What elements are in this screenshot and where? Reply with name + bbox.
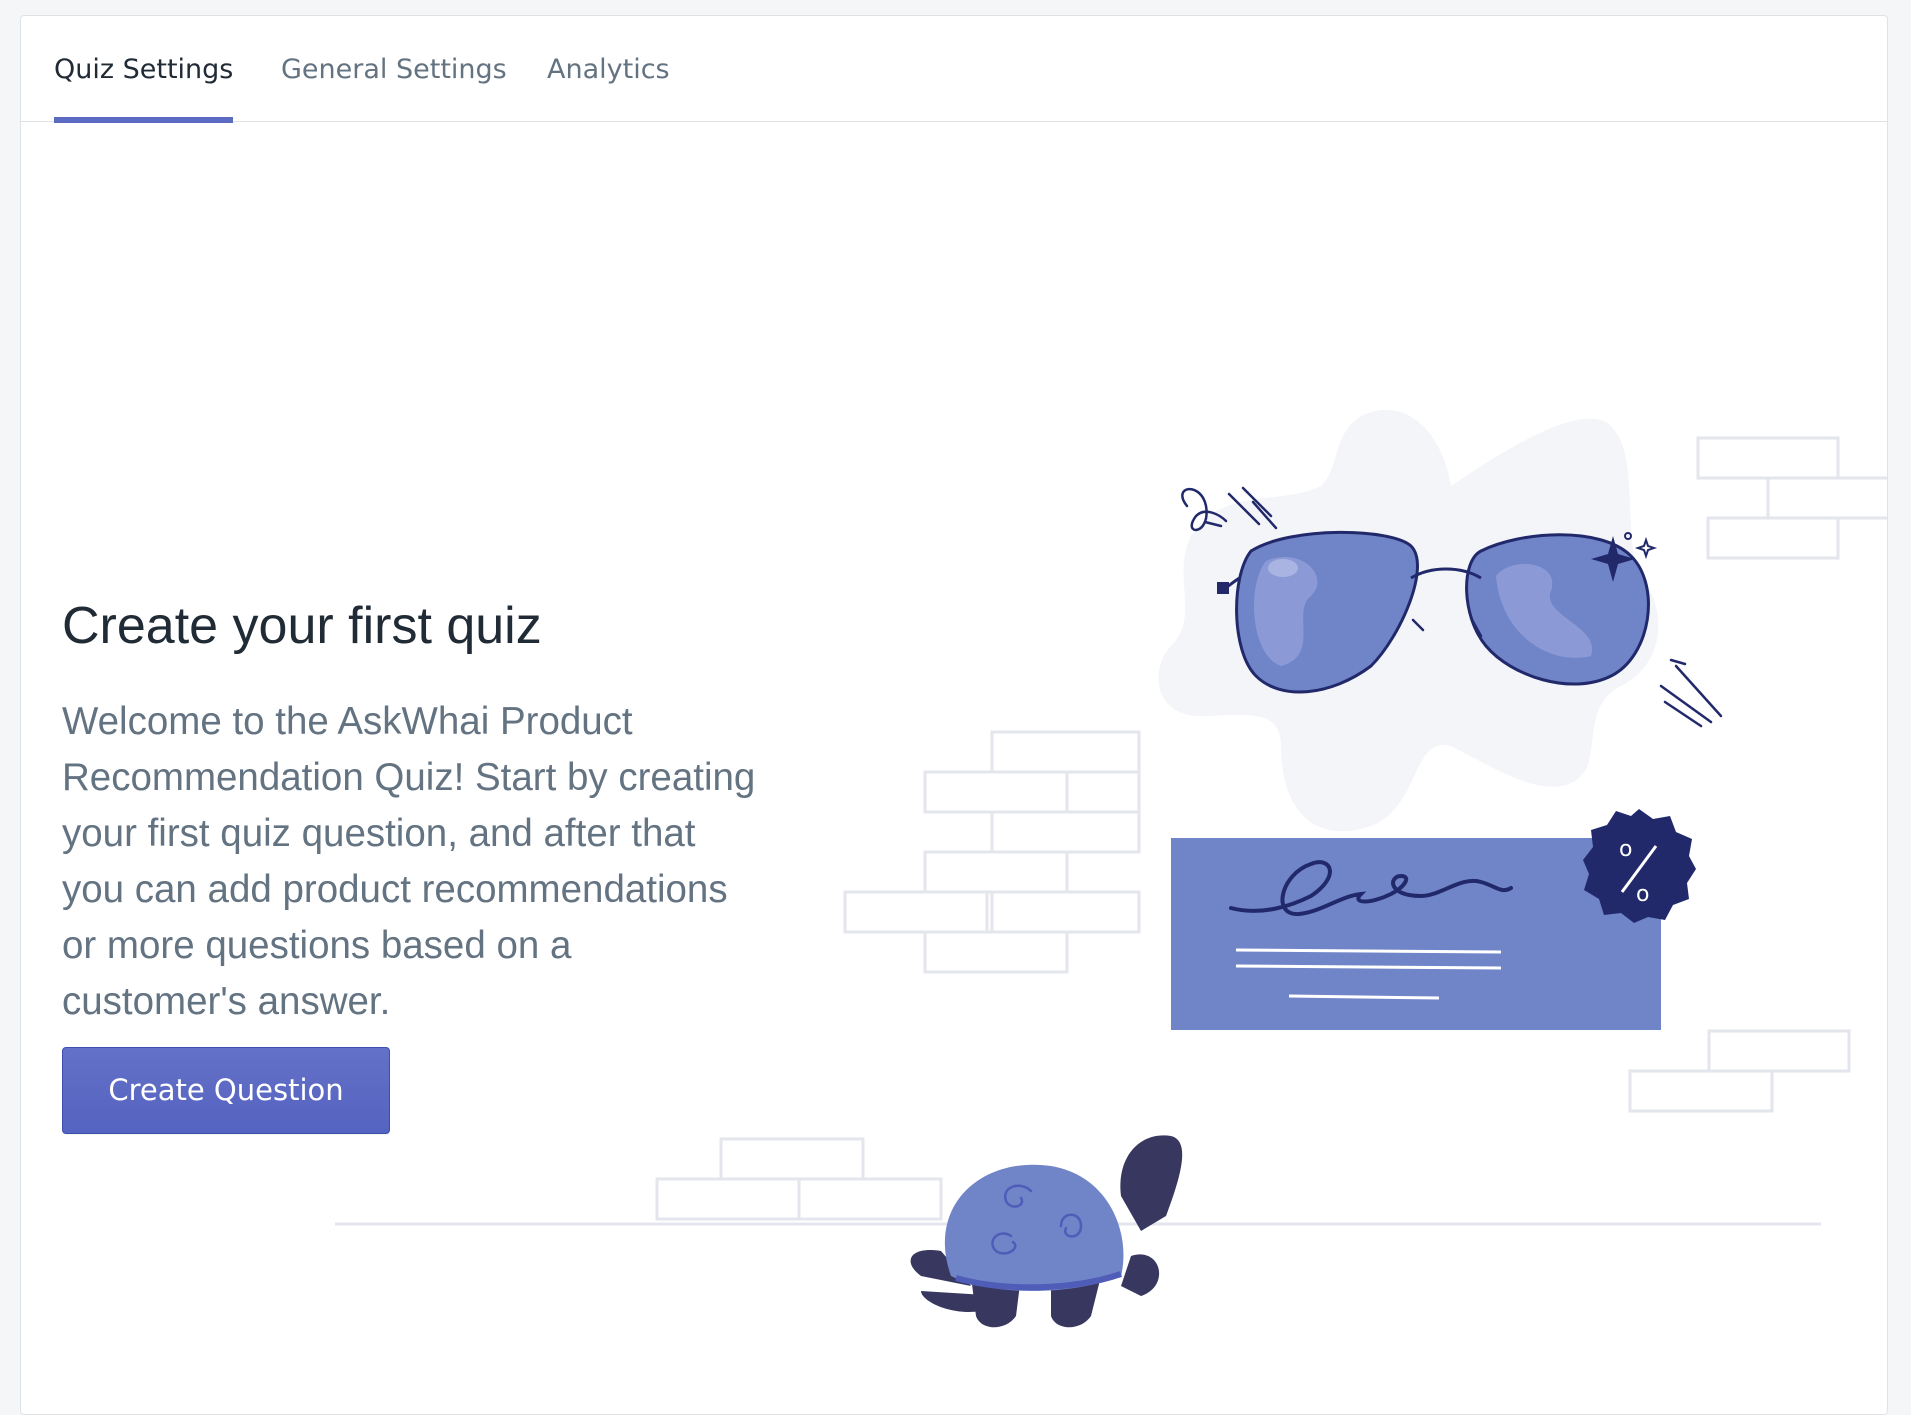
svg-text:o: o bbox=[1636, 882, 1649, 907]
brick-wall-icon bbox=[843, 730, 1141, 974]
empty-state-description: Welcome to the AskWhai Product Recommend… bbox=[62, 700, 756, 1023]
splash-blob bbox=[1158, 409, 1659, 832]
quiz-app-card: Quiz Settings General Settings Analytics bbox=[20, 15, 1888, 1415]
sunglasses-icon bbox=[1181, 486, 1723, 728]
turtle-icon bbox=[910, 1135, 1183, 1328]
create-question-button[interactable]: Create Question bbox=[62, 1047, 390, 1134]
svg-text:o: o bbox=[1619, 837, 1632, 862]
coupon-card-icon bbox=[1171, 838, 1661, 1030]
tab-general-settings[interactable]: General Settings bbox=[281, 16, 507, 122]
tab-bar: Quiz Settings General Settings Analytics bbox=[21, 16, 1887, 123]
tab-quiz-settings[interactable]: Quiz Settings bbox=[54, 16, 234, 123]
tab-analytics[interactable]: Analytics bbox=[547, 16, 670, 122]
percent-badge-icon: o o bbox=[1583, 809, 1696, 923]
empty-state-heading: Create your first quiz bbox=[62, 597, 542, 655]
